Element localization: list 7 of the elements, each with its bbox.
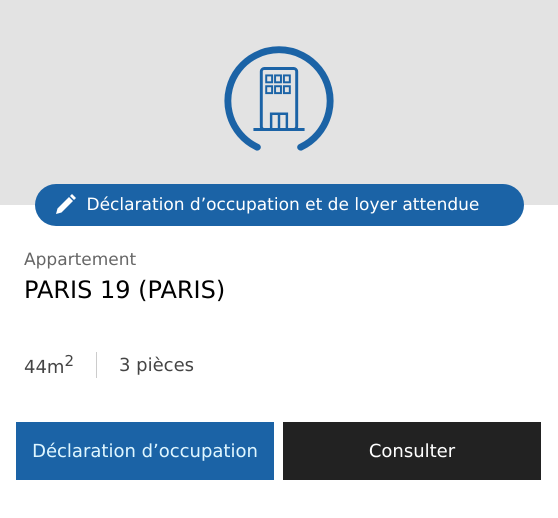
consult-button[interactable]: Consulter xyxy=(283,422,541,480)
property-type: Appartement xyxy=(24,250,138,270)
property-title: PARIS 19 (PARIS) xyxy=(24,276,226,304)
status-text: Déclaration d’occupation et de loyer attendue xyxy=(86,195,480,215)
property-rooms: 3 pièces xyxy=(119,354,194,376)
property-area: 44m$^{2}$ xyxy=(24,352,74,378)
declaration-button[interactable]: Déclaration d’occupation xyxy=(16,422,274,480)
